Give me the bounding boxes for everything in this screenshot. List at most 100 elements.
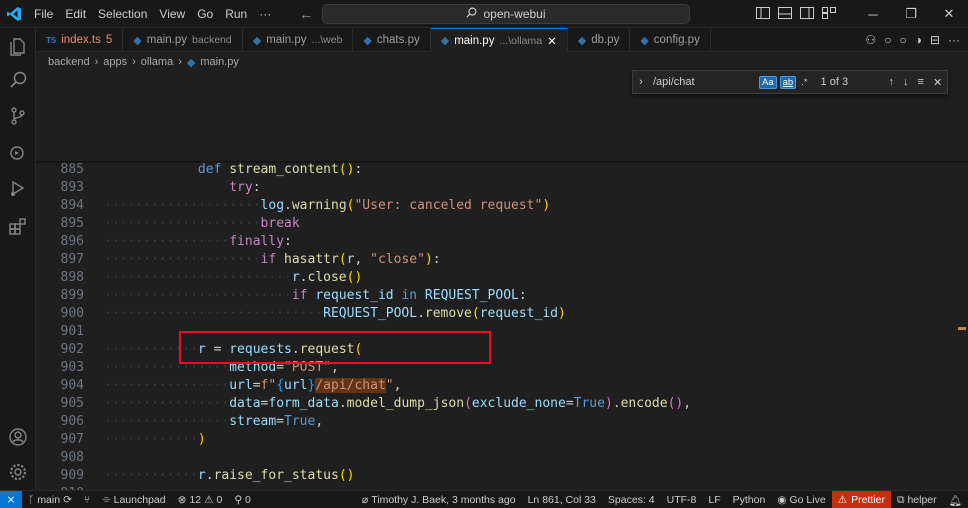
code-line: 910 ············return StreamingResponse…: [36, 467, 956, 508]
eol-status[interactable]: LF: [702, 494, 726, 506]
settings-gear-icon[interactable]: [6, 460, 30, 484]
toggle-replace-icon[interactable]: ›: [633, 76, 649, 88]
find-widget: › /api/chat Aa ab .* 1 of 3 ↑ ↓ ≡ ✕: [632, 70, 948, 94]
tab-config-py[interactable]: ◆ config.py: [630, 28, 711, 52]
python-file-icon: ◆: [252, 34, 262, 47]
chevron-right-icon: ›: [94, 56, 99, 68]
explorer-icon[interactable]: [6, 34, 30, 58]
activity-bar: [0, 28, 36, 490]
previous-match-icon[interactable]: ↑: [889, 76, 895, 89]
match-case-toggle[interactable]: Aa: [759, 75, 777, 89]
open-changes-icon[interactable]: ◑: [915, 33, 922, 47]
toggle-secondary-sidebar-icon[interactable]: [800, 6, 814, 22]
search-sidebar-icon[interactable]: [6, 68, 30, 92]
code-line: 884 def stream_content():: [36, 125, 956, 177]
tab-chats-py[interactable]: ◆ chats.py: [353, 28, 431, 52]
extensions-icon[interactable]: [6, 214, 30, 238]
toggle-sidebar-icon[interactable]: [756, 6, 770, 22]
search-icon: [466, 7, 477, 21]
accounts-icon[interactable]: [6, 425, 30, 449]
prettier-status[interactable]: ⚠ Prettier: [831, 491, 891, 508]
code-line: 902 ················method="POST",: [36, 323, 956, 375]
tab-label: chats.py: [376, 34, 420, 46]
command-center[interactable]: open-webui: [322, 4, 690, 24]
menu-selection[interactable]: Selection: [92, 0, 153, 28]
ports-icon: ⚲: [234, 493, 243, 506]
menu-run[interactable]: Run: [219, 0, 253, 28]
next-match-icon[interactable]: ↓: [903, 76, 909, 89]
close-find-icon[interactable]: ✕: [933, 76, 942, 89]
find-in-selection-icon[interactable]: ≡: [918, 76, 924, 89]
encoding-status[interactable]: UTF-8: [661, 494, 703, 506]
launchpad-label: Launchpad: [113, 493, 166, 506]
editor-scrollbar[interactable]: [956, 71, 968, 490]
whole-word-toggle[interactable]: ab: [779, 75, 797, 89]
branch-name: main: [37, 493, 61, 506]
branch-status[interactable]: ᚴ main ⟳: [22, 494, 78, 506]
menu-edit[interactable]: Edit: [59, 0, 92, 28]
tab-index-ts[interactable]: TS index.ts 5: [36, 28, 124, 52]
tab-label: index.ts: [61, 34, 101, 46]
git-blame-status[interactable]: ⌀ Timothy J. Baek, 3 months ago: [356, 494, 522, 506]
tab-description: ...\ollama: [499, 34, 543, 47]
code-line: 885 try:: [36, 143, 956, 195]
remote-explorer-icon[interactable]: [6, 176, 30, 200]
menu-go[interactable]: Go: [191, 0, 219, 28]
notifications-bell-icon[interactable]: 🔔︎: [943, 494, 968, 507]
more-actions-icon[interactable]: ···: [948, 33, 960, 47]
warning-count: 0: [216, 493, 223, 506]
go-back-change-icon[interactable]: ○: [884, 33, 891, 47]
error-icon: ⊗: [177, 493, 187, 506]
problems-status[interactable]: ⊗ 12 ⚠ 0: [172, 494, 229, 506]
code-line: 897 ························r.close(): [36, 233, 956, 285]
code-line: 893 ····················log.warning("Use…: [36, 161, 956, 213]
chevron-right-icon: ›: [132, 56, 136, 68]
restore-button[interactable]: ❐: [892, 6, 930, 22]
breadcrumb-ollama[interactable]: ollama: [141, 56, 173, 68]
tab-label: db.py: [591, 34, 620, 46]
breadcrumb-apps[interactable]: apps: [103, 56, 127, 68]
run-debug-icon[interactable]: [6, 140, 30, 164]
menu-more[interactable]: ···: [253, 0, 277, 28]
blame-label: Timothy J. Baek, 3 months ago: [371, 494, 516, 506]
tab-main-py-web[interactable]: ◆ main.py ...\web: [243, 28, 354, 52]
code-line: 895 ················finally:: [36, 197, 956, 249]
close-window-button[interactable]: ✕: [930, 6, 968, 22]
branch-icon: ᚴ: [28, 493, 35, 506]
customize-layout-icon[interactable]: [822, 6, 836, 22]
copilot-icon[interactable]: ⚇: [865, 33, 876, 47]
code-line: 898 ························if request_i…: [36, 251, 956, 303]
go-forward-change-icon[interactable]: ○: [899, 33, 906, 47]
find-input[interactable]: /api/chat: [649, 76, 759, 88]
breadcrumb-backend[interactable]: backend: [48, 56, 90, 68]
code-line: 899 ····························REQUEST_…: [36, 269, 956, 321]
tab-label: main.py: [454, 34, 495, 47]
source-control-icon[interactable]: [6, 104, 30, 128]
cursor-position[interactable]: Ln 861, Col 33: [522, 494, 602, 506]
launchpad-status[interactable]: ⌯ Launchpad: [96, 493, 171, 506]
git-graph-icon[interactable]: ⑂: [78, 494, 96, 506]
regex-toggle[interactable]: .*: [799, 77, 809, 88]
remote-indicator-icon[interactable]: ⨯: [0, 490, 22, 508]
ports-status[interactable]: ⚲ 0: [228, 494, 257, 506]
go-live-status[interactable]: ◉ Go Live: [771, 494, 831, 506]
minimize-button[interactable]: ─: [854, 7, 892, 22]
helper-status[interactable]: ⧉ helper: [891, 494, 943, 507]
indentation-status[interactable]: Spaces: 4: [602, 494, 661, 506]
tab-main-py-ollama[interactable]: ◆ main.py ...\ollama ✕: [430, 28, 568, 52]
code-line: 906 ············): [36, 395, 956, 447]
menu-file[interactable]: File: [28, 0, 59, 28]
tab-db-py[interactable]: ◆ db.py: [568, 28, 631, 52]
tab-main-py-backend[interactable]: ◆ main.py backend: [123, 28, 243, 52]
tab-close-icon[interactable]: ✕: [547, 34, 557, 48]
language-mode[interactable]: Python: [727, 494, 772, 506]
code-line: 896 ····················if hasattr(r, "c…: [36, 215, 956, 267]
back-arrow-icon[interactable]: ←: [299, 6, 313, 22]
toggle-panel-icon[interactable]: [778, 6, 792, 22]
breadcrumb-file[interactable]: main.py: [200, 56, 239, 68]
split-editor-icon[interactable]: ⊟: [930, 33, 940, 47]
code-editor[interactable]: 849 ): 876 def get_request(): 881 try: 8…: [36, 71, 968, 508]
code-line: 909: [36, 449, 956, 483]
code-line: 904 ················data=form_data.model…: [36, 359, 956, 411]
menu-view[interactable]: View: [153, 0, 191, 28]
